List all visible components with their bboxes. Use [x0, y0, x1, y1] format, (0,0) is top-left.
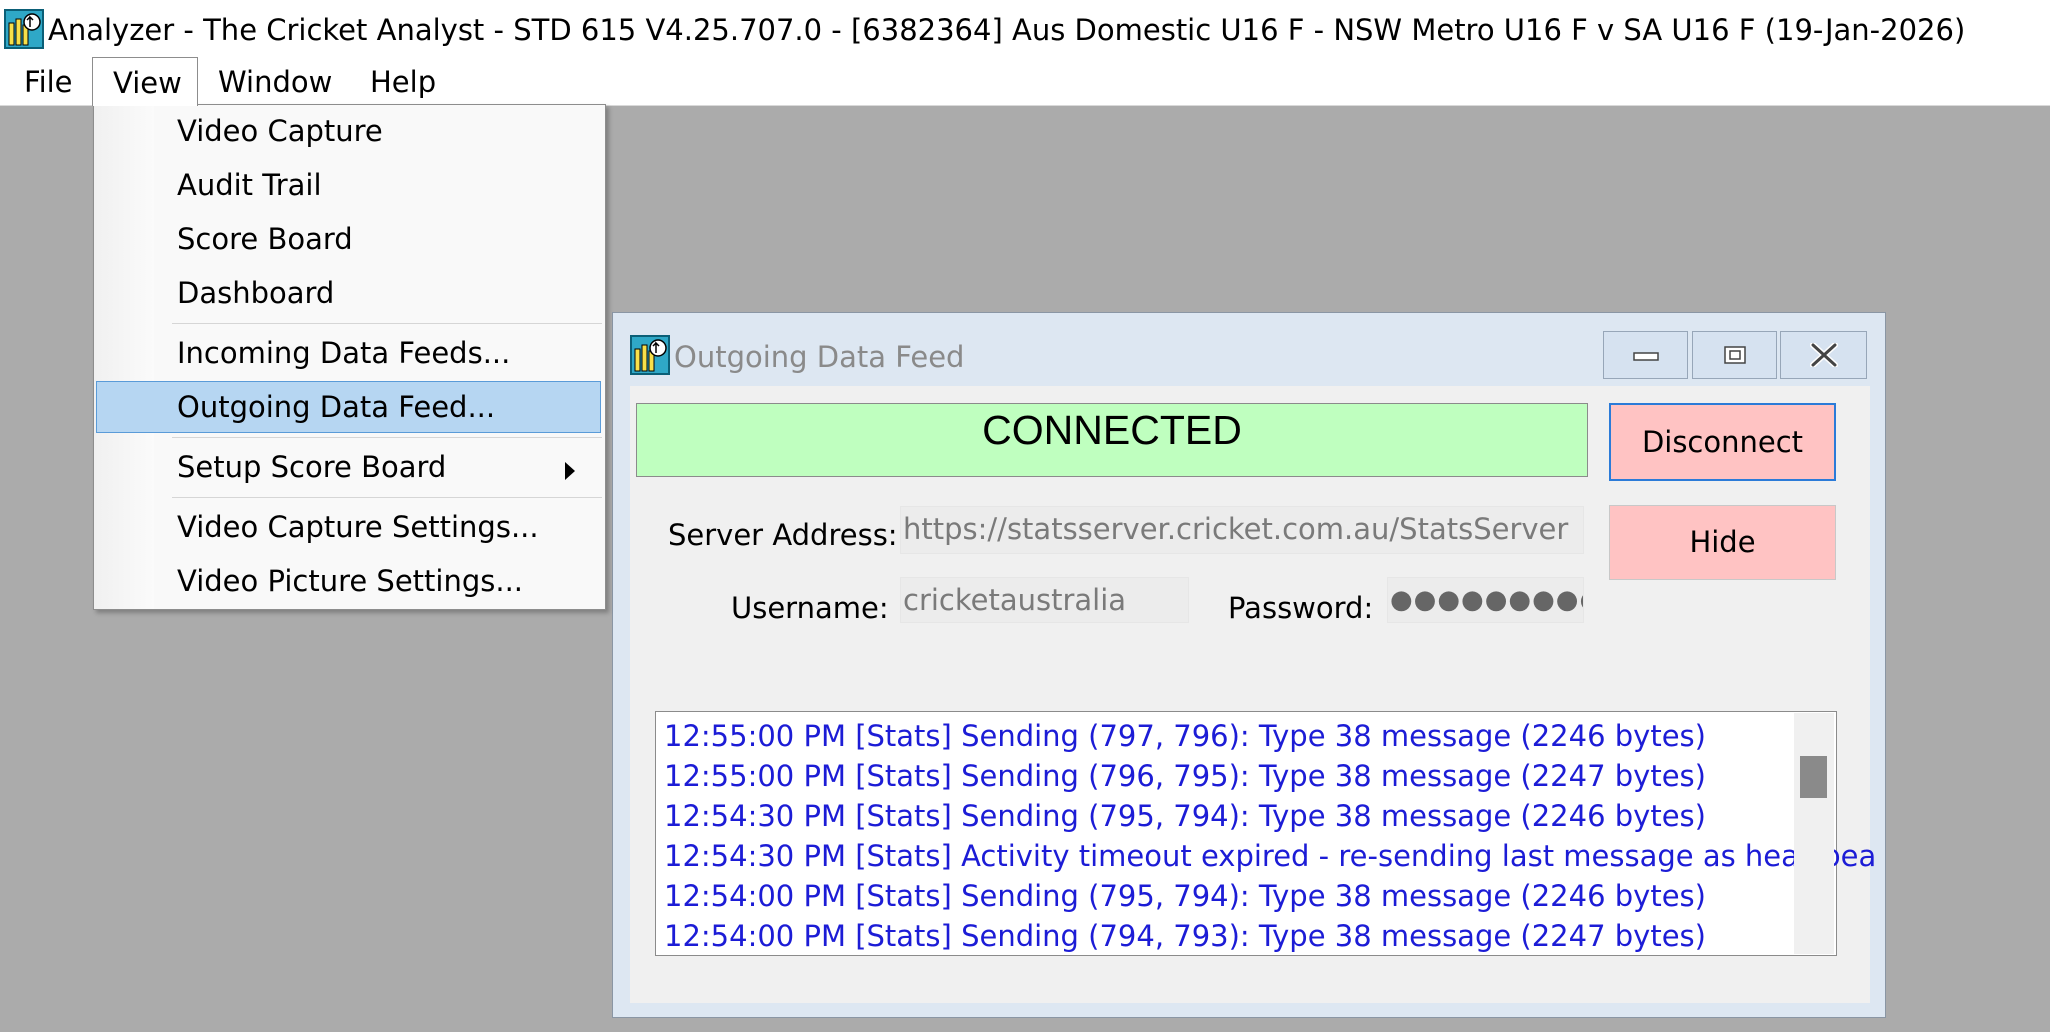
- menu-separator: [172, 437, 602, 438]
- log-line: 12:54:00 PM [Stats] Sending (794, 793): …: [664, 919, 1706, 953]
- dialog-title: Outgoing Data Feed: [674, 340, 965, 374]
- menu-item-video-picture-settings[interactable]: Video Picture Settings...: [177, 561, 523, 601]
- menu-window[interactable]: Window: [198, 57, 344, 105]
- close-icon: [1809, 343, 1838, 367]
- log-line: 12:54:30 PM [Stats] Sending (795, 794): …: [664, 799, 1706, 833]
- hide-button[interactable]: Hide: [1609, 505, 1836, 580]
- menu-icon-gutter: [94, 105, 154, 609]
- menu-help[interactable]: Help: [350, 57, 460, 105]
- menu-view[interactable]: View: [92, 57, 198, 106]
- log-line: 12:55:00 PM [Stats] Sending (797, 796): …: [664, 719, 1706, 753]
- log-scrollbar[interactable]: [1794, 713, 1834, 954]
- minimize-button[interactable]: [1603, 331, 1688, 379]
- view-menu-dropdown: Video Capture Audit Trail Score Board Da…: [93, 104, 606, 610]
- menu-item-dashboard[interactable]: Dashboard: [177, 273, 334, 313]
- log-line: 12:54:00 PM [Stats] Sending (795, 794): …: [664, 879, 1706, 913]
- menu-item-video-capture[interactable]: Video Capture: [177, 111, 383, 151]
- server-address-field[interactable]: https://statsserver.cricket.com.au/Stats…: [900, 506, 1584, 554]
- log-scrollbar-thumb[interactable]: [1800, 756, 1827, 798]
- cricket-analyst-app-icon[interactable]: [4, 9, 44, 49]
- triangle-right-icon: [565, 462, 575, 480]
- restore-button[interactable]: [1692, 331, 1777, 379]
- menu-item-setup-score-board[interactable]: Setup Score Board: [177, 447, 446, 487]
- menu-file[interactable]: File: [4, 57, 94, 105]
- server-address-label: Server Address:: [668, 518, 898, 552]
- minimize-icon: [1632, 352, 1659, 361]
- log-line: 12:54:30 PM [Stats] Activity timeout exp…: [664, 839, 1877, 873]
- log-line: 12:55:00 PM [Stats] Sending (796, 795): …: [664, 759, 1706, 793]
- menu-item-video-capture-settings[interactable]: Video Capture Settings...: [177, 507, 539, 547]
- menu-separator: [172, 497, 602, 498]
- restore-icon: [1723, 346, 1746, 364]
- password-field[interactable]: ●●●●●●●●●●: [1387, 577, 1584, 623]
- username-label: Username:: [731, 591, 889, 625]
- disconnect-button[interactable]: Disconnect: [1609, 403, 1836, 481]
- menu-item-incoming-data-feeds[interactable]: Incoming Data Feeds...: [177, 333, 510, 373]
- window-title: Analyzer - The Cricket Analyst - STD 615…: [48, 13, 1966, 47]
- menu-separator: [172, 323, 602, 324]
- connection-status-text: CONNECTED: [982, 407, 1242, 453]
- password-label: Password:: [1228, 591, 1374, 625]
- close-button[interactable]: [1780, 331, 1867, 379]
- menu-item-audit-trail[interactable]: Audit Trail: [177, 165, 322, 205]
- cricket-analyst-app-icon[interactable]: [630, 335, 670, 375]
- username-field[interactable]: cricketaustralia: [900, 577, 1189, 623]
- menu-item-outgoing-data-feed[interactable]: Outgoing Data Feed...: [177, 387, 495, 427]
- menu-item-score-board[interactable]: Score Board: [177, 219, 353, 259]
